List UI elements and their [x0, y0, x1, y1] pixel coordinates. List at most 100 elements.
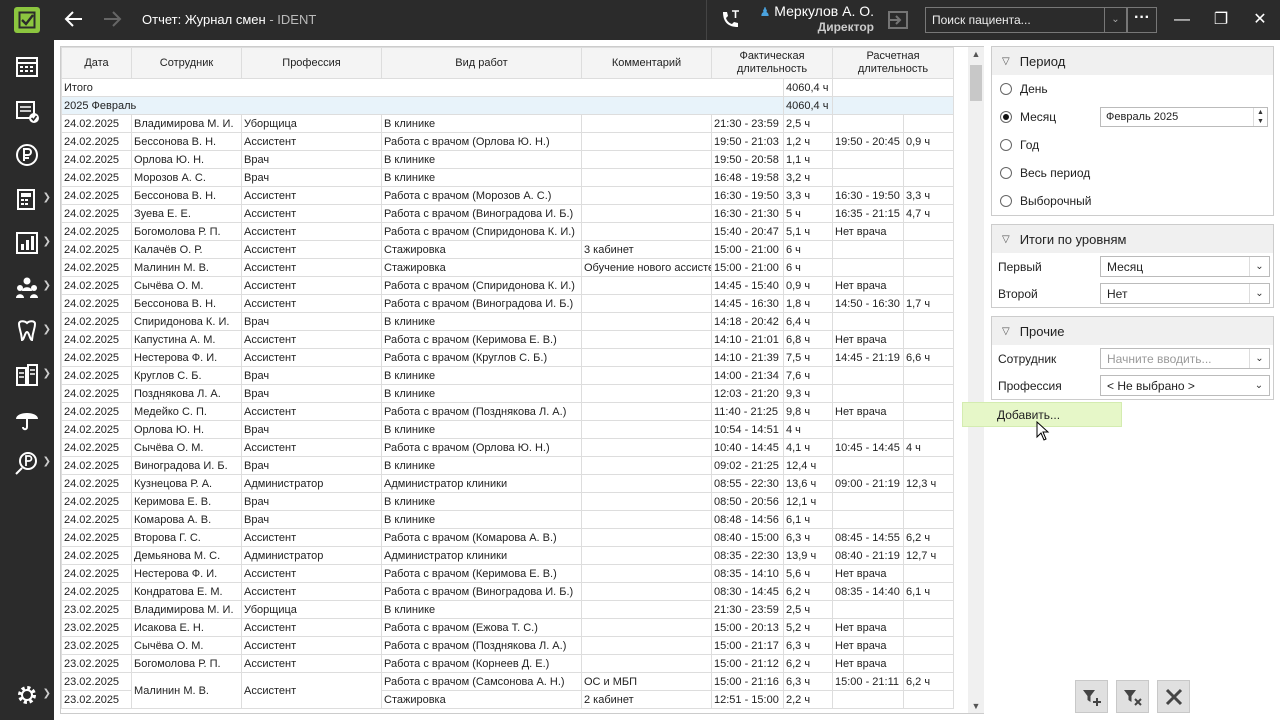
table-row[interactable]: 24.02.2025 Нестерова Ф. И. Ассистент Работа… [61, 564, 955, 583]
radio-custom[interactable] [1000, 195, 1012, 207]
apply-filter-button[interactable] [1075, 680, 1108, 713]
sidebar-item-visits[interactable] [0, 89, 54, 133]
period-section-header[interactable]: ▽ Период [992, 47, 1273, 75]
lock-screen-icon[interactable] [886, 8, 912, 32]
grid-scrollbar[interactable]: ▲ ▼ [968, 47, 984, 713]
sidebar-item-dental[interactable]: ❯ [0, 309, 54, 353]
col-header-actual-duration[interactable]: Фактическая длительность [711, 47, 833, 79]
profession-filter-select[interactable]: < Не выбрано > ⌄ [1100, 375, 1270, 396]
clear-filter-button[interactable] [1116, 680, 1149, 713]
chevron-down-icon[interactable]: ⌄ [1104, 8, 1126, 32]
chevron-down-icon[interactable]: ⌄ [1249, 257, 1269, 276]
table-row[interactable]: 24.02.2025 Медейко С. П. Ассистент Работа с… [61, 402, 955, 421]
sidebar-item-warehouse[interactable]: ❯ [0, 353, 54, 397]
level-second-select[interactable]: Нет ⌄ [1100, 283, 1270, 304]
table-row[interactable]: 24.02.2025 Второва Г. С. Ассистент Работа с… [61, 528, 955, 547]
table-row[interactable]: 24.02.2025 Сычёва О. М. Ассистент Работа с … [61, 438, 955, 457]
sidebar-item-payments[interactable] [0, 133, 54, 177]
group-row-month[interactable]: 2025 Февраль 4060,4 ч [61, 96, 955, 115]
close-icon[interactable]: ✕ [1248, 8, 1272, 32]
table-row[interactable]: 24.02.2025 Керимова Е. В. Врач В клинике 08:… [61, 492, 955, 511]
table-row[interactable]: 24.02.2025 Капустина А. М. Ассистент Работа… [61, 330, 955, 349]
table-row[interactable]: 24.02.2025 Комарова А. В. Врач В клинике 08:… [61, 510, 955, 529]
more-button[interactable]: ··· [1127, 7, 1157, 33]
sidebar-item-finance[interactable]: ❯ [0, 441, 54, 485]
other-section-header[interactable]: ▽ Прочие [992, 317, 1273, 345]
table-row[interactable]: 24.02.2025 Орлова Ю. Н. Врач В клинике 19:50… [61, 150, 955, 169]
table-row[interactable]: 24.02.2025 Спиридонова К. И. Врач В клинике… [61, 312, 955, 331]
period-option-year[interactable]: Год [992, 131, 1273, 159]
table-row[interactable]: 24.02.2025 Сычёва О. М. Ассистент Работа с … [61, 276, 955, 295]
table-row[interactable]: 24.02.2025 Бессонова В. Н. Ассистент Работа… [61, 132, 955, 151]
cell-calc-time [832, 312, 904, 331]
table-row[interactable]: 24.02.2025 Позднякова Л. А. Врач В клинике 1… [61, 384, 955, 403]
spin-up-icon[interactable]: ▲ [1254, 108, 1267, 117]
table-row[interactable]: 24.02.2025 Зуева Е. Е. Ассистент Работа с в… [61, 204, 955, 223]
table-row[interactable]: 24.02.2025 Владимирова М. И. Уборщица В кли… [61, 114, 955, 133]
scroll-down-icon[interactable]: ▼ [968, 699, 984, 713]
minimize-icon[interactable]: — [1170, 8, 1194, 32]
radio-all[interactable] [1000, 167, 1012, 179]
patient-search-input[interactable]: Поиск пациента... ⌄ [925, 7, 1127, 33]
table-row[interactable]: 23.02.2025 Сычёва О. М. Ассистент Работа с … [61, 636, 955, 655]
table-row[interactable]: 23.02.2025 Владимирова М. И. Уборщица В кли… [61, 600, 955, 619]
table-row[interactable]: 23.02.2025 Исакова Е. Н. Ассистент Работа с… [61, 618, 955, 637]
period-option-custom[interactable]: Выборочный [992, 187, 1273, 215]
arrow-right-icon[interactable] [100, 8, 124, 32]
table-row[interactable]: 23.02.2025 Богомолова Р. П. Ассистент Работ… [61, 654, 955, 673]
radio-month[interactable] [1000, 111, 1012, 123]
col-header-profession[interactable]: Профессия [241, 47, 382, 79]
radio-year[interactable] [1000, 139, 1012, 151]
close-report-button[interactable] [1157, 680, 1190, 713]
cell-actual-time: 19:50 - 21:03 [711, 132, 784, 151]
table-row[interactable]: 24.02.2025 Малинин М. В. Ассистент Стажиров… [61, 258, 955, 277]
sidebar-item-settings[interactable]: ❯ [0, 673, 54, 717]
spin-down-icon[interactable]: ▼ [1254, 117, 1267, 126]
table-row[interactable]: 24.02.2025 Круглов С. Б. Врач В клинике 14:0… [61, 366, 955, 385]
table-row[interactable]: 23.02.2025 Малинин М. В. Ассистент Работа с… [61, 672, 955, 709]
col-header-employee[interactable]: Сотрудник [131, 47, 242, 79]
table-row[interactable]: 24.02.2025 Морозов А. С. Врач В клинике 16:4… [61, 168, 955, 187]
period-option-all[interactable]: Весь период [992, 159, 1273, 187]
table-row[interactable]: 24.02.2025 Виноградова И. Б. Врач В клинике… [61, 456, 955, 475]
col-header-comment[interactable]: Комментарий [581, 47, 712, 79]
sidebar-item-schedule[interactable] [0, 45, 54, 89]
col-header-calculated-duration[interactable]: Расчетная длительность [831, 47, 955, 79]
table-row[interactable]: 24.02.2025 Нестерова Ф. И. Ассистент Работа… [61, 348, 955, 367]
cell-date: 24.02.2025 [61, 312, 132, 331]
table-row[interactable]: 24.02.2025 Кондратова Е. М. Ассистент Работ… [61, 582, 955, 601]
table-row[interactable]: 24.02.2025 Бессонова В. Н. Ассистент Работа… [61, 186, 955, 205]
table-row[interactable]: 24.02.2025 Кузнецова Р. А. Администратор Ад… [61, 474, 955, 493]
table-row[interactable]: 24.02.2025 Орлова Ю. Н. Врач В клинике 10:54… [61, 420, 955, 439]
total-row[interactable]: Итого 4060,4 ч [61, 78, 955, 97]
sidebar-item-cashbox[interactable]: ❯ [0, 177, 54, 221]
chevron-down-icon[interactable]: ⌄ [1249, 349, 1269, 368]
table-row[interactable]: 24.02.2025 Богомолова Р. П. Ассистент Работ… [61, 222, 955, 241]
sidebar-item-reports[interactable]: ❯ [0, 221, 54, 265]
sidebar-item-insurance[interactable] [0, 397, 54, 441]
app-logo[interactable] [0, 0, 54, 40]
period-option-day[interactable]: День [992, 75, 1273, 103]
month-picker-input[interactable]: Февраль 2025 ▲ ▼ [1100, 107, 1268, 127]
chevron-down-icon[interactable]: ⌄ [1249, 376, 1269, 395]
table-row[interactable]: 24.02.2025 Калачёв О. Р. Ассистент Стажиров… [61, 240, 955, 259]
month-spinner[interactable]: ▲ ▼ [1253, 108, 1267, 126]
restore-icon[interactable]: ❐ [1209, 8, 1233, 32]
col-header-work-type[interactable]: Вид работ [381, 47, 582, 79]
scroll-up-icon[interactable]: ▲ [968, 47, 984, 61]
table-row[interactable]: 24.02.2025 Бессонова В. Н. Ассистент Работа… [61, 294, 955, 313]
col-header-date[interactable]: Дата [61, 47, 132, 79]
current-user[interactable]: ♟ Меркулов А. О. Директор [756, 3, 874, 34]
level-first-select[interactable]: Месяц ⌄ [1100, 256, 1270, 277]
sidebar-item-staff[interactable]: ❯ [0, 265, 54, 309]
employee-filter-input[interactable]: Начните вводить... ⌄ [1100, 348, 1270, 369]
levels-section-header[interactable]: ▽ Итоги по уровням [992, 225, 1273, 253]
chevron-down-icon[interactable]: ⌄ [1249, 284, 1269, 303]
period-option-month[interactable]: Месяц Февраль 2025 ▲ ▼ [992, 103, 1273, 131]
table-row[interactable]: 24.02.2025 Демьянова М. С. Администратор Ад… [61, 546, 955, 565]
phone-icon[interactable] [718, 8, 742, 32]
arrow-left-icon[interactable] [62, 8, 86, 32]
scroll-thumb[interactable] [970, 65, 982, 101]
cell-calc-duration [902, 402, 955, 421]
radio-day[interactable] [1000, 83, 1012, 95]
